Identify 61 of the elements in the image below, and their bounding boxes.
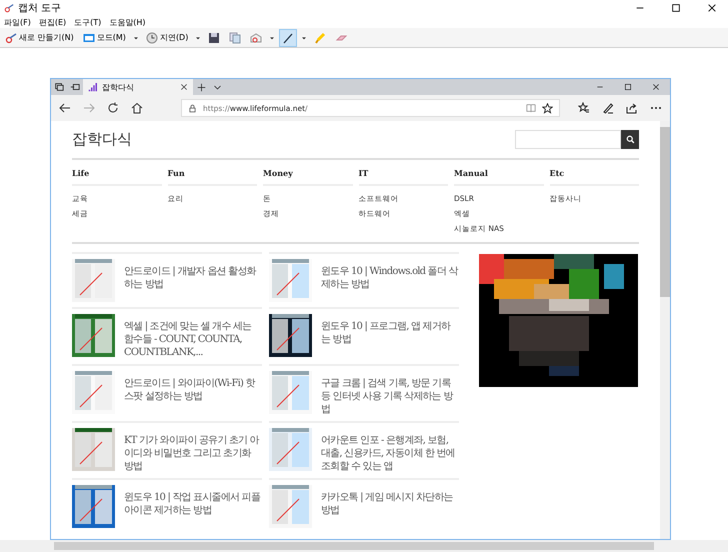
site-logo[interactable]: 잡학다식 <box>72 130 132 149</box>
delay-button[interactable]: 지연(D) <box>142 28 192 46</box>
menu-item[interactable]: 도움말(H) <box>109 16 146 28</box>
category-heading[interactable]: Money <box>263 160 352 186</box>
category-heading[interactable]: Etc <box>550 160 639 186</box>
set-aside-icon <box>70 82 80 92</box>
search-field[interactable] <box>515 130 621 149</box>
envelope-icon <box>250 32 262 44</box>
menu-item[interactable]: 편집(E) <box>38 16 66 28</box>
new-button[interactable]: 새로 만들기(N) <box>2 28 77 46</box>
article-link[interactable]: 안드로이드 | 개발자 옵션 활성화하는 방법 <box>124 265 262 291</box>
vertical-scrollbar[interactable] <box>660 121 670 539</box>
pen-icon <box>602 102 614 114</box>
close-icon <box>652 83 660 91</box>
copy-icon <box>229 32 242 44</box>
horizontal-scrollbar[interactable] <box>0 540 728 552</box>
category-heading[interactable]: Fun <box>168 160 257 186</box>
forward-arrow-icon <box>83 102 95 114</box>
article-link[interactable]: KT 기가 와이파이 공유기 초기 아이디와 비밀번호 그리고 초기화 방법 <box>124 434 262 473</box>
category-heading[interactable]: Manual <box>454 160 544 186</box>
article-link[interactable]: 윈도우 10 | Windows.old 폴더 삭제하는 방법 <box>321 265 459 291</box>
article-link[interactable]: 카카오톡 | 게임 메시지 차단하는 방법 <box>321 491 459 517</box>
refresh-icon <box>107 102 119 114</box>
article-link[interactable]: 구글 크롬 | 검색 기록, 방문 기록 등 인터넷 사용 기록 삭제하는 방법 <box>321 377 459 416</box>
article-link[interactable]: 어카운트 인포 - 은행계좌, 보험, 대출, 신용카드, 자동이체 한 번에 조회할 수 있는 앱 <box>321 434 459 473</box>
search-icon <box>626 135 634 144</box>
lock-icon <box>188 104 197 112</box>
favorites-icon <box>578 102 590 114</box>
category-heading[interactable]: IT <box>358 160 448 186</box>
reading-view-icon <box>526 103 536 113</box>
window-icon <box>82 32 95 44</box>
menu-item[interactable]: 도구(T) <box>74 16 102 28</box>
plus-icon <box>196 82 206 92</box>
home-icon <box>131 102 143 114</box>
category-heading[interactable]: Life <box>72 160 162 186</box>
menu-item[interactable]: 파일(F) <box>4 16 31 28</box>
article-link[interactable]: 윈도우 10 | 작업 표시줄에서 피플 아이콘 제거하는 방법 <box>124 491 262 517</box>
article-link[interactable]: 엑셀 | 조건에 맞는 셀 개수 세는 함수들 - COUNT, COUNTA, COUNTBLANK,... <box>124 320 262 359</box>
highlighter-icon <box>314 32 326 44</box>
star-icon <box>542 102 553 114</box>
chevron-icon <box>212 82 222 92</box>
bars-icon <box>88 82 97 92</box>
scissors-icon <box>5 32 17 44</box>
maximize-icon <box>671 3 681 13</box>
browser-tab[interactable]: 잡학다식 <box>83 79 193 95</box>
clock-icon <box>146 32 158 44</box>
pen-icon <box>282 32 294 44</box>
tabs-icon <box>54 82 64 92</box>
pen-button[interactable] <box>279 28 298 46</box>
window-title: 캡처 도구 <box>18 2 62 15</box>
scissors-icon <box>4 3 14 13</box>
close-icon <box>707 3 717 13</box>
mode-button[interactable]: 모드(M) <box>80 28 129 46</box>
save-icon <box>208 32 220 44</box>
close-icon <box>180 83 188 91</box>
article-link[interactable]: 윈도우 10 | 프로그램, 앱 제거하는 방법 <box>321 320 459 346</box>
share-icon <box>626 102 638 114</box>
back-arrow-icon <box>59 102 71 114</box>
search-button[interactable] <box>621 130 639 149</box>
maximize-icon <box>624 83 632 91</box>
article-link[interactable]: 안드로이드 | 와이파이(Wi-Fi) 핫스팟 설정하는 방법 <box>124 377 262 403</box>
